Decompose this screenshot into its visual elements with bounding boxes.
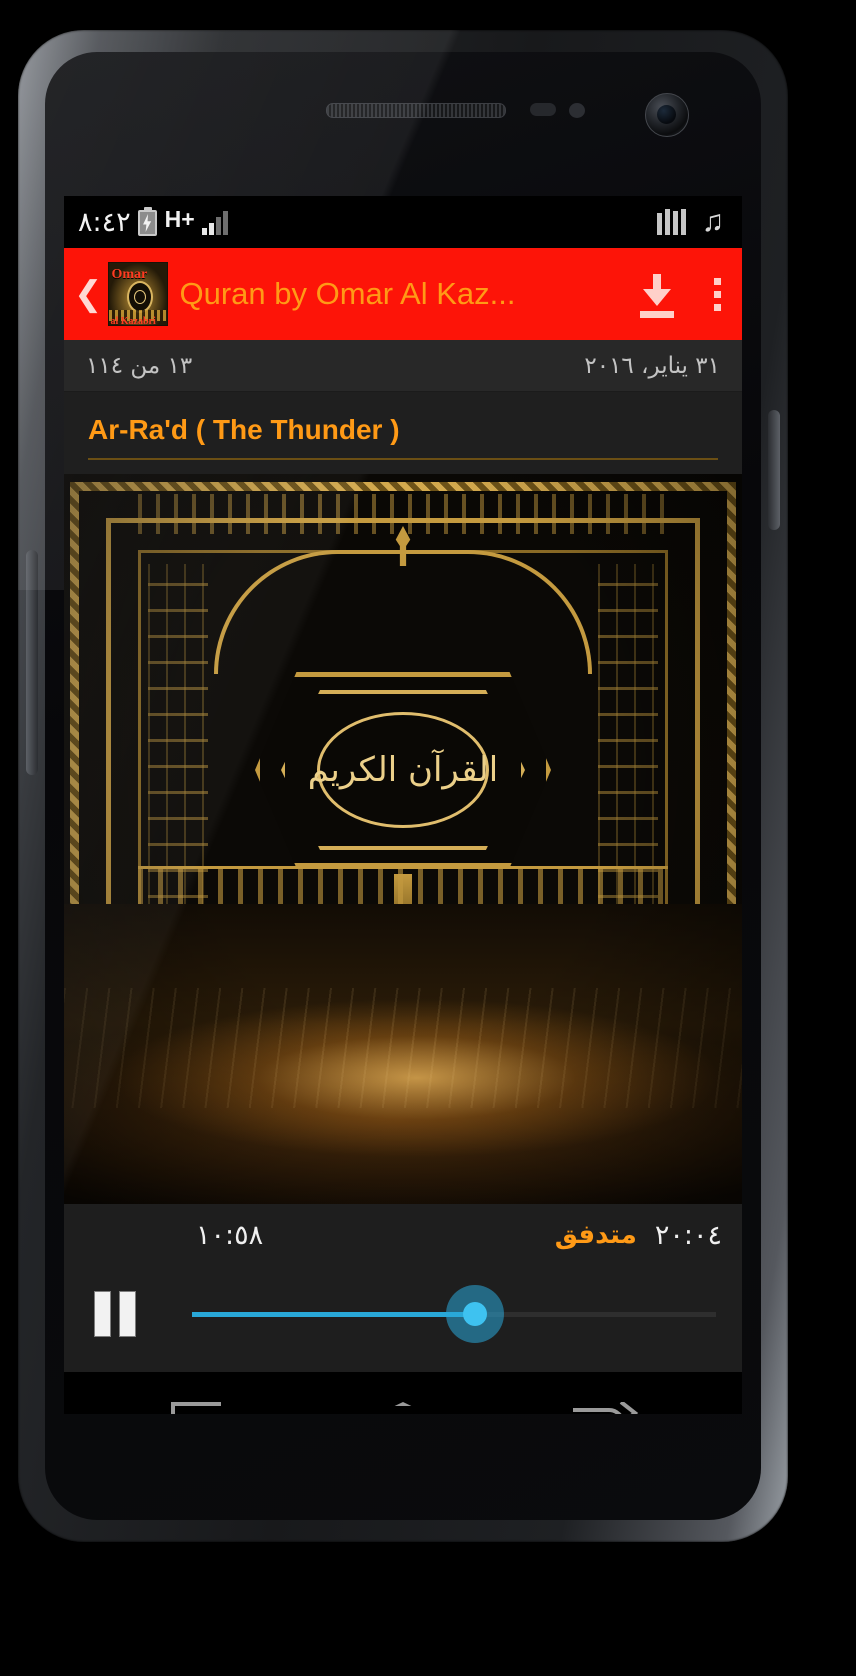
- player-controls: [64, 1266, 742, 1362]
- back-nav-button[interactable]: [547, 1389, 657, 1414]
- volume-button[interactable]: [26, 550, 38, 775]
- phone-screen: ٨:٤٢ H+ ♫ ❮ Omar al Kazabri Quran by Oma…: [64, 196, 742, 1414]
- home-button[interactable]: [348, 1389, 458, 1414]
- meta-row: ١٣ من ١١٤ ٣١ يناير، ٢٠١٦: [64, 340, 742, 392]
- equalizer-icon: [656, 209, 686, 235]
- seek-bar[interactable]: [192, 1285, 716, 1343]
- track-counter: ١٣ من ١١٤: [86, 352, 193, 379]
- audio-player: ١٠:٥٨ متدفق ٢٠:٠٤: [64, 1204, 742, 1372]
- seek-progress-fill: [192, 1312, 475, 1317]
- android-nav-bar: [64, 1372, 742, 1414]
- player-time-right: متدفق ٢٠:٠٤: [555, 1220, 722, 1251]
- page-title: Quran by Omar Al Kaz...: [179, 276, 516, 311]
- app-icon[interactable]: Omar al Kazabri: [107, 262, 168, 326]
- seek-thumb[interactable]: [462, 1302, 487, 1326]
- home-icon: [367, 1402, 438, 1414]
- light-sensor: [569, 103, 585, 118]
- status-clock: ٨:٤٢: [78, 206, 131, 238]
- screenshot-stage: ٨:٤٢ H+ ♫ ❮ Omar al Kazabri Quran by Oma…: [0, 0, 856, 1676]
- back-icon: [565, 1402, 639, 1414]
- back-button[interactable]: ❮: [70, 277, 108, 311]
- power-button[interactable]: [768, 410, 780, 530]
- battery-charging-icon: [137, 207, 158, 237]
- pause-button[interactable]: [94, 1291, 144, 1337]
- network-type-label: H+: [164, 205, 195, 232]
- music-note-icon: ♫: [701, 205, 725, 238]
- signal-bars-icon: [201, 209, 228, 235]
- recents-icon: [170, 1402, 237, 1414]
- surah-title-block: Ar-Ra'd ( The Thunder ): [64, 392, 742, 474]
- overflow-menu-icon[interactable]: [702, 277, 732, 311]
- status-bar-left: ٨:٤٢ H+: [78, 207, 228, 238]
- download-icon[interactable]: [634, 270, 680, 318]
- earpiece-speaker: [326, 103, 506, 118]
- title-divider: [88, 458, 718, 460]
- current-time-label: ١٠:٥٨: [196, 1219, 264, 1251]
- quran-cover-artwork: القرآن الكريم: [64, 474, 742, 1204]
- app-icon-medallion: [126, 281, 153, 313]
- stream-status-label: متدفق: [554, 1220, 637, 1250]
- app-icon-subtitle: al Kazabri: [110, 316, 156, 326]
- recents-button[interactable]: [149, 1389, 259, 1414]
- proximity-sensor: [530, 103, 556, 116]
- total-time-label: ٢٠:٠٤: [654, 1219, 722, 1251]
- app-bar: ❮ Omar al Kazabri Quran by Omar Al Kaz..…: [64, 248, 742, 340]
- player-time-row: ١٠:٥٨ متدفق ٢٠:٠٤: [64, 1204, 742, 1266]
- surah-title: Ar-Ra'd ( The Thunder ): [88, 414, 400, 445]
- status-bar: ٨:٤٢ H+ ♫: [64, 196, 742, 248]
- front-camera: [645, 93, 689, 137]
- track-date: ٣١ يناير، ٢٠١٦: [584, 352, 720, 379]
- status-bar-right: ♫: [656, 205, 729, 238]
- artwork-vignette: [64, 474, 742, 1204]
